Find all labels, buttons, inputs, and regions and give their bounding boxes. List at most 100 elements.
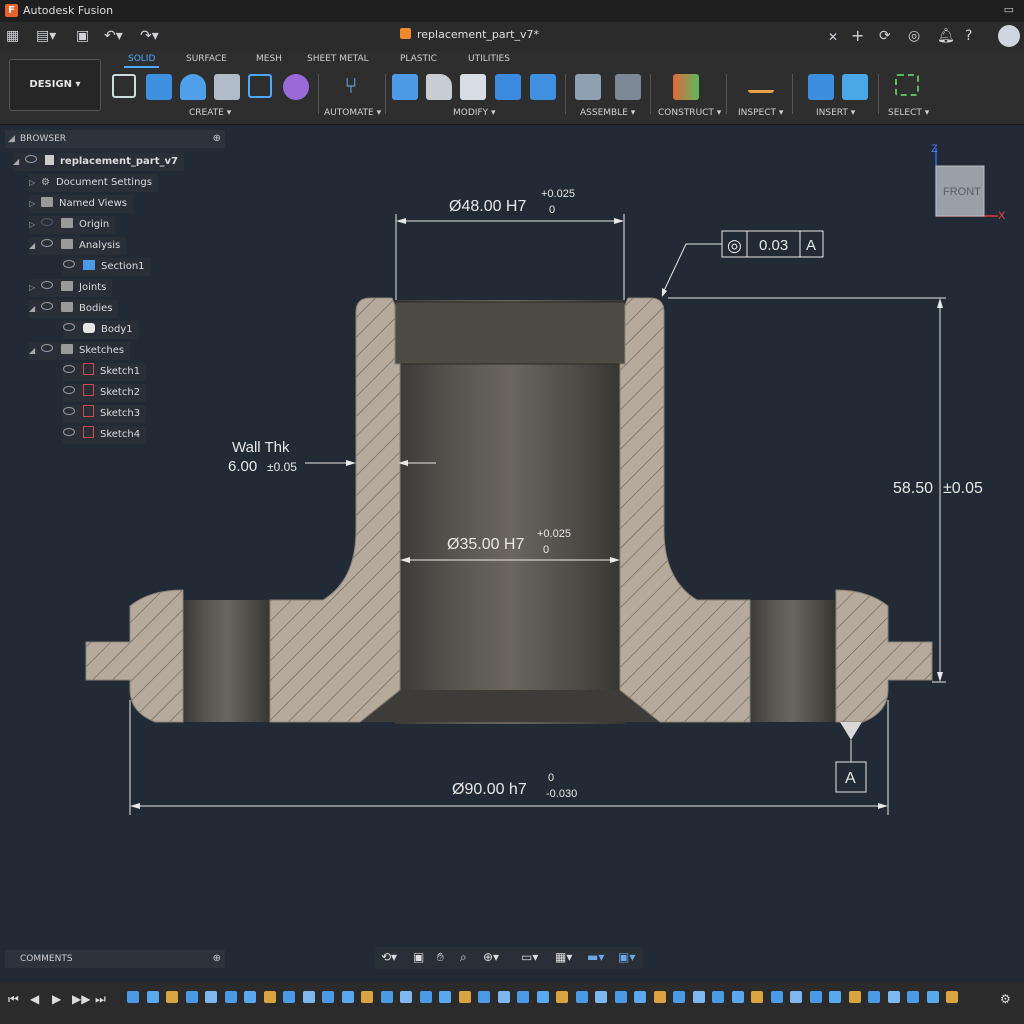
press-pull-icon[interactable]	[392, 74, 418, 100]
browser-item-bodies[interactable]: ◢ Bodies	[29, 300, 119, 318]
timeline-feature[interactable]	[790, 991, 802, 1003]
expand-icon[interactable]: ▷	[29, 174, 41, 192]
automate-icon[interactable]: ⑂	[338, 74, 364, 100]
timeline-feature[interactable]	[575, 991, 588, 1003]
assemble-menu[interactable]: ASSEMBLE ▾	[580, 108, 635, 118]
browser-item-sketch4[interactable]: Sketch4	[63, 426, 147, 444]
timeline-feature[interactable]	[653, 991, 666, 1003]
timeline-feature[interactable]	[926, 991, 939, 1003]
timeline-feature[interactable]	[712, 991, 724, 1003]
visibility-icon[interactable]	[41, 239, 53, 247]
timeline-feature[interactable]	[731, 991, 744, 1003]
workspace-switcher[interactable]: DESIGN ▾	[9, 59, 101, 111]
redo-icon[interactable]: ↷▾	[140, 28, 159, 44]
apps-grid-icon[interactable]: ▦	[6, 28, 19, 44]
modify-menu[interactable]: MODIFY ▾	[453, 108, 496, 118]
select-menu[interactable]: SELECT ▾	[888, 108, 929, 118]
undo-icon[interactable]: ↶▾	[104, 28, 123, 44]
timeline-feature[interactable]	[868, 991, 880, 1003]
document-tab[interactable]: replacement_part_v7*	[400, 28, 539, 41]
sync-icon[interactable]: ⟳	[879, 28, 891, 44]
expand-icon[interactable]: ▷	[29, 279, 41, 297]
timeline-settings-icon[interactable]: ⚙	[1000, 992, 1011, 1006]
wall-value[interactable]: 6.00	[228, 458, 257, 475]
browser-item-sketch2[interactable]: Sketch2	[63, 384, 147, 402]
timeline-feature[interactable]	[146, 991, 159, 1003]
timeline-feature[interactable]	[341, 991, 354, 1003]
browser-item-sketch1[interactable]: Sketch1	[63, 363, 147, 381]
go-to-start-icon[interactable]: ⏮	[8, 992, 19, 1007]
timeline-feature[interactable]	[244, 991, 256, 1003]
dim-top-text[interactable]: Ø48.00 H7	[449, 198, 526, 215]
browser-item-analysis[interactable]: ◢ Analysis	[29, 237, 127, 255]
measure-icon[interactable]	[748, 74, 774, 93]
expand-icon[interactable]: ▷	[29, 195, 41, 213]
display-settings-icon[interactable]: ▭▾	[521, 950, 538, 964]
timeline-feature[interactable]	[848, 991, 861, 1003]
combine-icon[interactable]	[495, 74, 521, 100]
browser-item-named-views[interactable]: ▷ Named Views	[29, 195, 133, 213]
browser-item-joints[interactable]: ▷ Joints	[29, 279, 113, 297]
timeline-feature[interactable]	[770, 991, 783, 1003]
tab-sheet-metal[interactable]: SHEET METAL	[307, 54, 369, 64]
construct-menu[interactable]: CONSTRUCT ▾	[658, 108, 721, 118]
expand-icon[interactable]: ◢	[29, 342, 41, 360]
feature-control-frame[interactable]: ◎ 0.03 A	[721, 230, 824, 258]
help-icon[interactable]: ?	[965, 28, 972, 44]
visibility-icon[interactable]	[41, 281, 53, 289]
timeline-feature[interactable]	[887, 991, 900, 1003]
browser-item-document-settings[interactable]: ▷ ⚙ Document Settings	[29, 174, 158, 192]
dim-bottom-text[interactable]: Ø90.00 h7	[452, 781, 527, 798]
expand-icon[interactable]: ◢	[13, 153, 25, 171]
timeline-feature[interactable]	[380, 991, 393, 1003]
visibility-icon[interactable]	[63, 260, 75, 268]
timeline-feature[interactable]	[283, 991, 295, 1003]
timeline-feature[interactable]	[224, 991, 237, 1003]
viewports-icon[interactable]: ▬▾	[587, 950, 604, 964]
visibility-icon[interactable]	[63, 428, 75, 436]
insert-image-icon[interactable]	[842, 74, 868, 100]
timeline-feature[interactable]	[614, 991, 627, 1003]
new-component-icon[interactable]	[575, 74, 601, 100]
view-cube[interactable]: FRONT Z X	[931, 143, 1006, 222]
timeline-feature[interactable]	[595, 991, 607, 1003]
browser-item-sketches[interactable]: ◢ Sketches	[29, 342, 131, 360]
timeline-feature[interactable]	[127, 991, 139, 1003]
split-body-icon[interactable]	[530, 74, 556, 100]
joint-icon[interactable]	[615, 74, 641, 100]
browser-header[interactable]: ◢ BROWSER ⊕	[5, 130, 225, 148]
insert-derive-icon[interactable]	[808, 74, 834, 100]
visibility-icon[interactable]	[63, 365, 75, 373]
timeline-feature[interactable]	[497, 991, 510, 1003]
browser-item-origin[interactable]: ▷ Origin	[29, 216, 116, 234]
timeline-feature[interactable]	[439, 991, 451, 1003]
browser-root[interactable]: ◢ replacement_part_v7	[13, 153, 184, 171]
zoom-icon[interactable]: ⌕	[460, 950, 467, 965]
timeline-feature[interactable]	[829, 991, 841, 1003]
environment-icon[interactable]: ▣▾	[618, 950, 635, 964]
fillet-icon[interactable]	[426, 74, 452, 100]
grid-icon[interactable]: ▦▾	[555, 950, 572, 964]
select-icon[interactable]	[895, 74, 919, 96]
expand-icon[interactable]: ◢	[29, 300, 41, 318]
form-icon[interactable]	[283, 74, 309, 100]
timeline-feature[interactable]	[263, 991, 276, 1003]
design-canvas[interactable]: ◎ 0.03 A A Ø48.00 H7 +0.025 0 Wall Thk 6…	[0, 125, 1024, 980]
hole-icon[interactable]	[214, 74, 240, 100]
extensions-icon[interactable]: ◎	[908, 28, 920, 44]
play-icon[interactable]: ▶	[52, 992, 61, 1006]
fit-icon[interactable]: ⊕▾	[483, 950, 499, 964]
inspect-menu[interactable]: INSPECT ▾	[738, 108, 783, 118]
automate-menu[interactable]: AUTOMATE ▾	[324, 108, 381, 118]
dim-height-value[interactable]: 58.50	[893, 480, 933, 497]
create-sketch-icon[interactable]	[112, 74, 136, 98]
notifications-icon[interactable]: 🔔︎	[937, 28, 955, 44]
pan-icon[interactable]: ✋︎	[437, 950, 444, 965]
orbit-icon[interactable]: ⟲▾	[381, 950, 397, 964]
new-tab-icon[interactable]: +	[851, 26, 864, 45]
insert-menu[interactable]: INSERT ▾	[816, 108, 855, 118]
extrude-icon[interactable]	[146, 74, 172, 100]
step-forward-icon[interactable]: ▶▶	[72, 992, 90, 1006]
timeline-feature[interactable]	[536, 991, 549, 1003]
timeline-feature[interactable]	[692, 991, 705, 1003]
